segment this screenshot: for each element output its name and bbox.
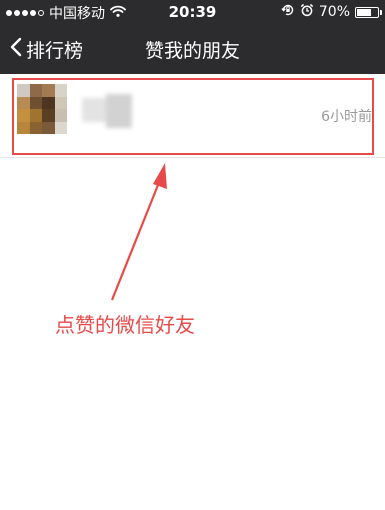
annotation-label: 点赞的微信好友 [55,313,195,337]
alarm-icon [300,3,314,21]
battery-percent: 70% [318,4,350,20]
avatar[interactable] [17,84,67,134]
orientation-lock-icon [281,3,295,21]
battery-fill [357,8,371,16]
battery-cap [380,9,382,15]
status-bar: 中国移动 20:39 70% [0,0,385,24]
battery-icon [355,6,382,18]
nav-bar: 排行榜 赞我的朋友 [0,24,385,74]
status-right: 70% [281,3,382,21]
liker-row[interactable]: 6小时前 [0,74,385,158]
friend-name-blurred [82,94,132,128]
page-title: 赞我的朋友 [144,40,240,62]
like-time: 6小时前 [321,109,372,125]
